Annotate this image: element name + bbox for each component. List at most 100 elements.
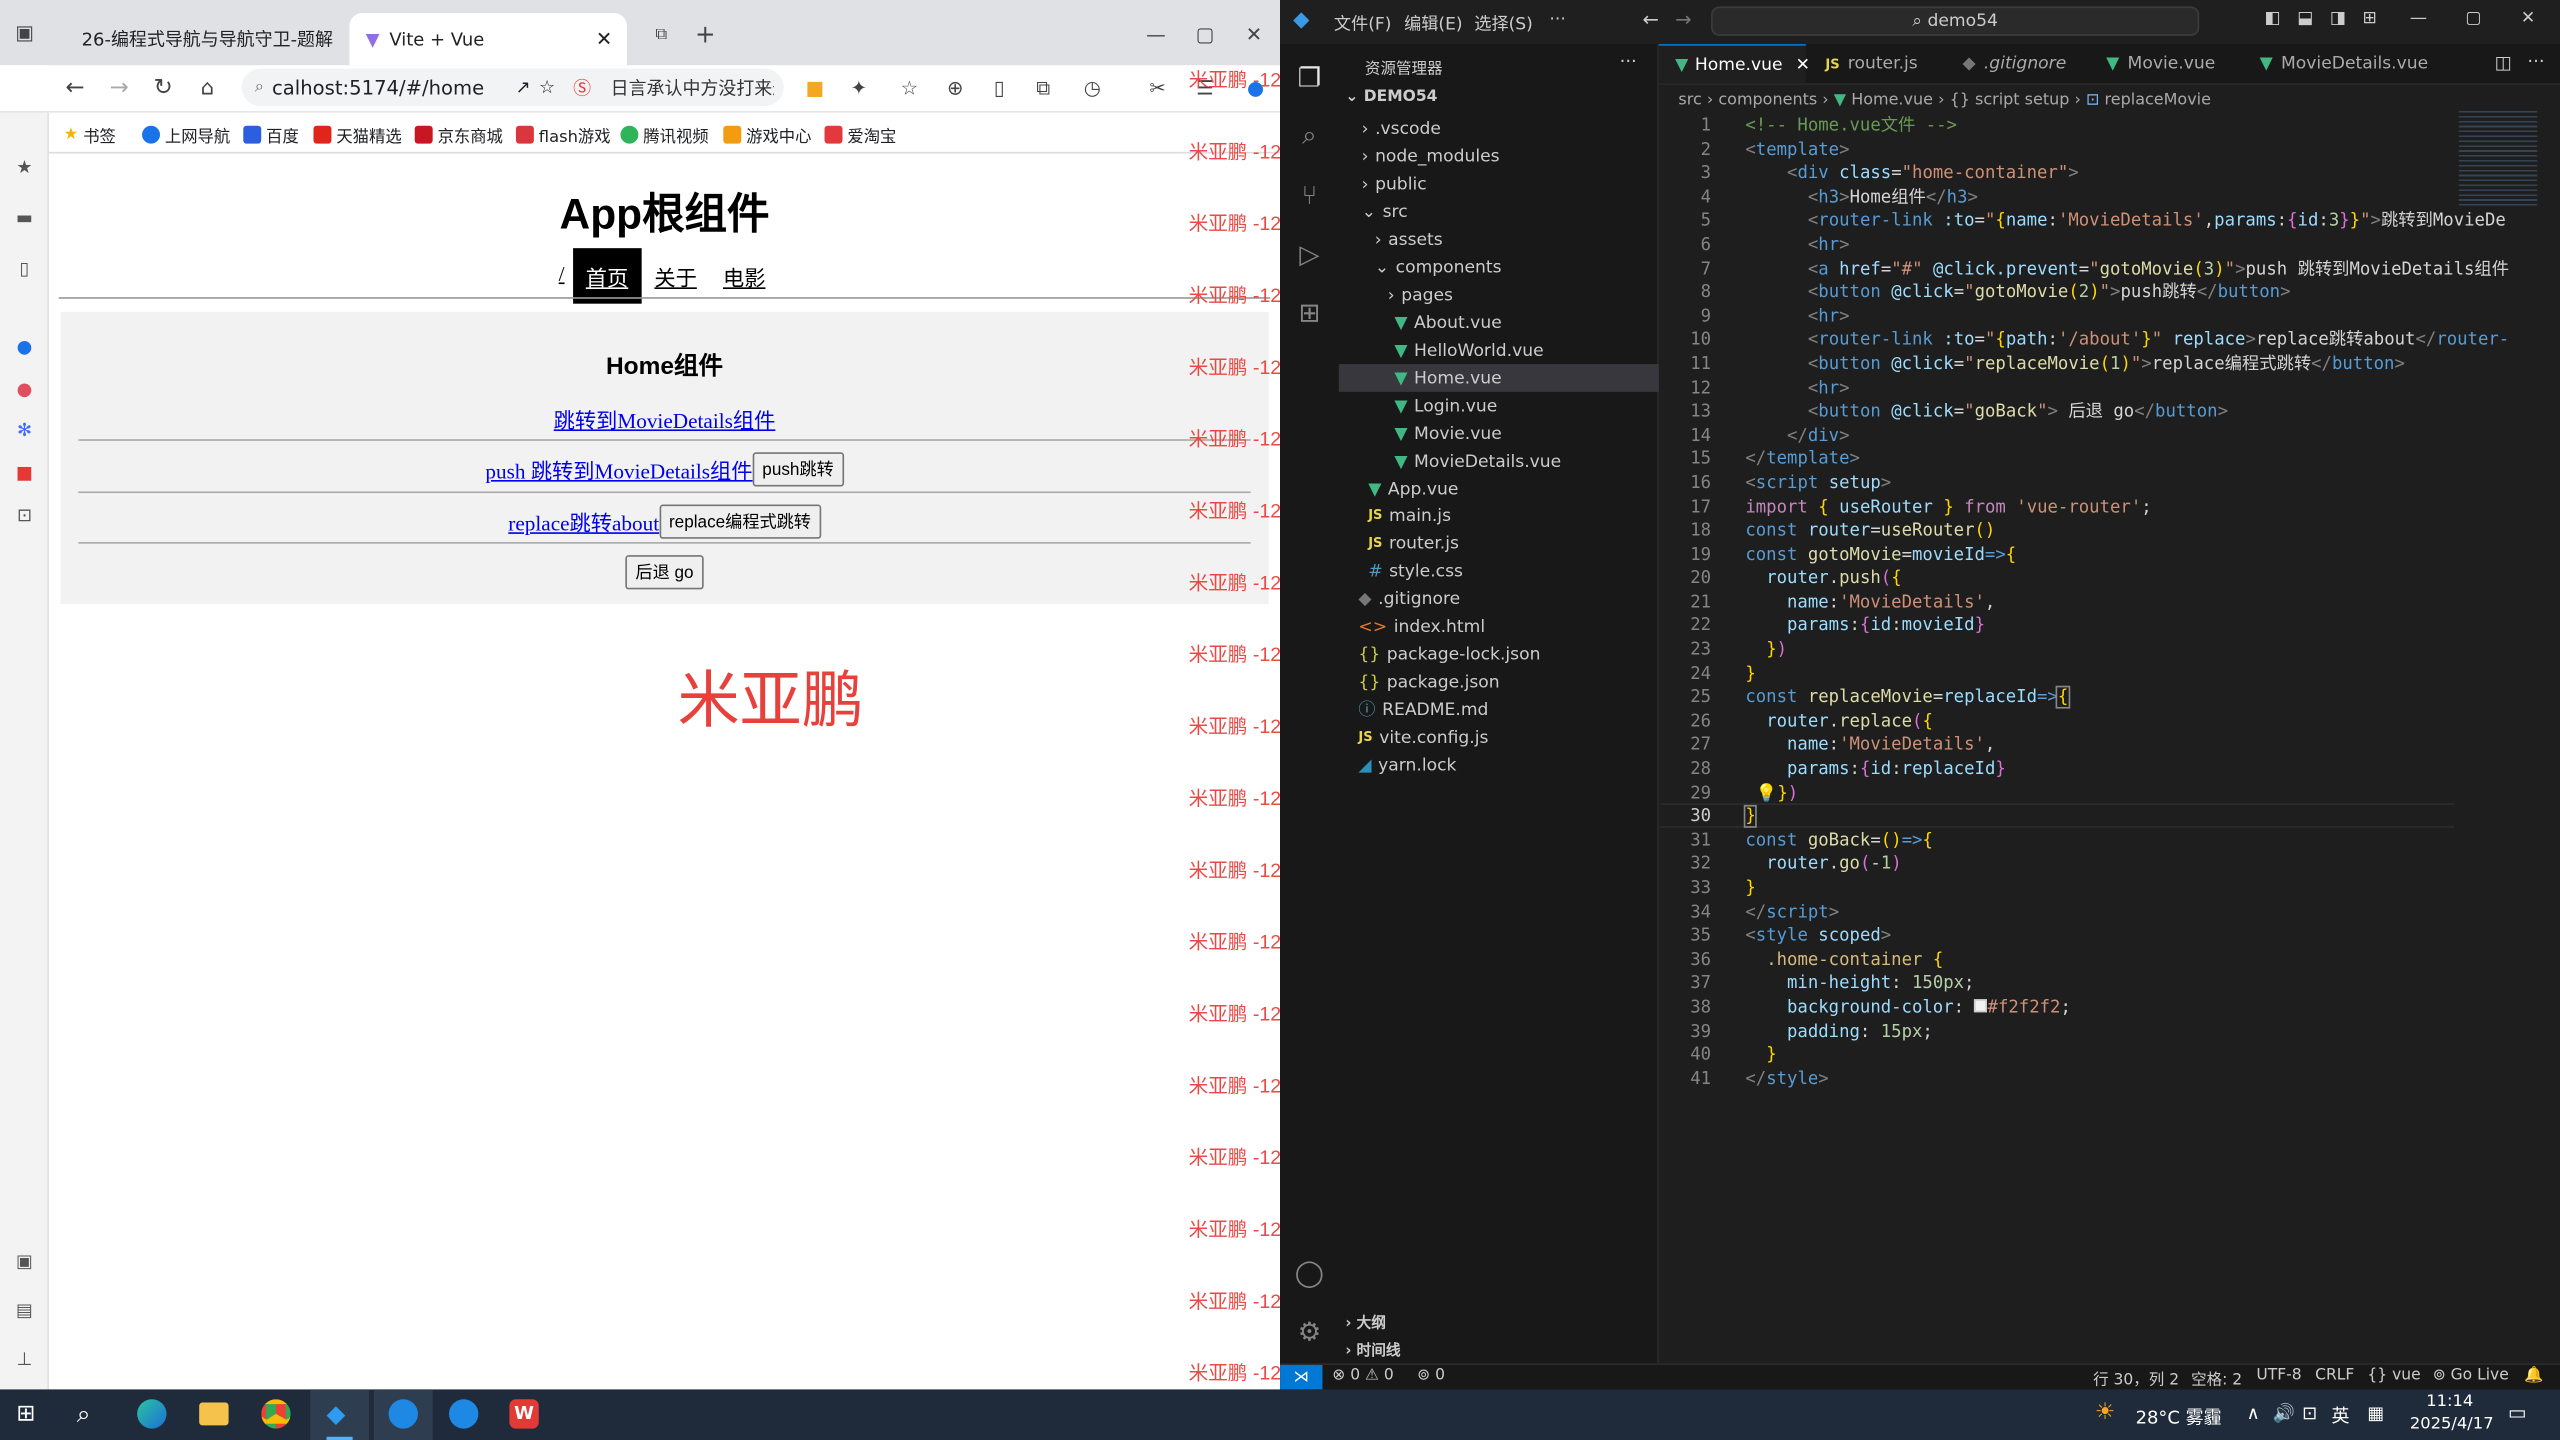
tree-folder[interactable]: › node_modules xyxy=(1362,142,1500,170)
menu-file[interactable]: 文件(F) xyxy=(1334,11,1392,35)
vscode-taskbar-icon[interactable]: ◆ xyxy=(310,1389,369,1440)
share-icon[interactable]: ↗ xyxy=(516,77,531,98)
browser-app-icon[interactable]: ● xyxy=(13,335,36,358)
pin-icon[interactable]: ⊥ xyxy=(13,1347,36,1370)
tree-file[interactable]: # style.css xyxy=(1368,557,1463,585)
more-actions-icon[interactable]: ··· xyxy=(2527,51,2544,72)
editor-tab[interactable]: ▼ MovieDetails.vue xyxy=(2243,44,2429,83)
split-editor-icon[interactable]: ◫ xyxy=(2495,52,2512,73)
scrollbar[interactable] xyxy=(2540,84,2557,1364)
clock-date[interactable]: 2025/4/17 xyxy=(2410,1416,2494,1434)
ime-indicator[interactable]: 英 xyxy=(2331,1402,2349,1428)
editor-tab[interactable]: ◆ .gitignore xyxy=(1946,44,2067,83)
tree-file[interactable]: ▼ App.vue xyxy=(1368,475,1458,503)
mobile-icon[interactable]: ▯ xyxy=(981,70,1017,106)
tree-folder[interactable]: › pages xyxy=(1388,281,1453,309)
tree-file[interactable]: ⓘ README.md xyxy=(1358,696,1488,724)
tree-file[interactable]: ▼ Login.vue xyxy=(1394,392,1497,420)
search-engine-icon[interactable]: Ⓢ xyxy=(573,74,591,100)
line-ending[interactable]: CRLF xyxy=(2315,1367,2354,1385)
history-icon[interactable]: ◷ xyxy=(1074,70,1110,106)
encoding[interactable]: UTF-8 xyxy=(2256,1367,2301,1385)
notification-icon[interactable]: ▭ xyxy=(2508,1401,2527,1424)
bookmark-item[interactable]: 上网导航 xyxy=(142,122,230,147)
window-icon[interactable]: ⧉ xyxy=(1025,70,1061,106)
back-icon[interactable]: ← xyxy=(57,70,93,106)
folder-icon[interactable]: ▬ xyxy=(13,206,36,229)
download-icon[interactable]: ⊕ xyxy=(937,70,973,106)
bookmark-item[interactable]: flash游戏 xyxy=(515,122,611,147)
tree-file[interactable]: ▼ MovieDetails.vue xyxy=(1394,447,1561,475)
ports-status[interactable]: ⊚ 0 xyxy=(1417,1367,1445,1385)
nav-link-movie[interactable]: 电影 xyxy=(710,248,779,304)
bookmark-item[interactable]: ★ 书签 xyxy=(64,122,116,147)
command-center[interactable]: ⌕ demo54 xyxy=(1711,6,2200,36)
outline-section[interactable]: › 大纲 xyxy=(1345,1311,1386,1332)
tree-file[interactable]: JS main.js xyxy=(1368,501,1451,529)
remote-indicator[interactable]: ⋊ xyxy=(1280,1364,1323,1390)
tab-inactive[interactable]: 26-编程式导航与导航守卫-题解 xyxy=(56,13,343,65)
bookmark-item[interactable]: 爱淘宝 xyxy=(824,122,896,147)
start-icon[interactable]: ⊞ xyxy=(16,1401,35,1427)
network-icon[interactable]: ⊡ xyxy=(2302,1402,2317,1423)
nav-link-root[interactable]: / xyxy=(550,248,572,304)
phone-icon[interactable]: ▯ xyxy=(13,256,36,279)
file-explorer-icon[interactable] xyxy=(199,1402,229,1426)
tree-file[interactable]: <> index.html xyxy=(1358,612,1485,640)
editor-tab[interactable]: JS router.js xyxy=(1809,44,1917,83)
toolbox-icon[interactable]: ▤ xyxy=(13,1298,36,1321)
tree-folder[interactable]: ⌄ components xyxy=(1375,253,1502,281)
bookmark-item[interactable]: 京东商城 xyxy=(414,122,503,147)
export-icon[interactable]: ⊡ xyxy=(13,503,36,526)
nav-link-about[interactable]: 关于 xyxy=(641,248,710,304)
url-input[interactable]: ⌕ calhost:5174/#/home ↗ ☆ Ⓢ 日言承认中方没打来过 xyxy=(241,68,784,107)
more-actions-icon[interactable]: ··· xyxy=(1620,51,1637,72)
editor-tab-active[interactable]: ▼ Home.vue ✕ xyxy=(1658,44,1810,84)
nav-back-icon[interactable]: ← xyxy=(1642,8,1658,31)
browser-taskbar-icon[interactable] xyxy=(373,1389,433,1440)
tab-active[interactable]: ▼ Vite + Vue ✕ xyxy=(349,13,627,66)
keyboard-icon[interactable]: ▦ xyxy=(2367,1402,2384,1423)
favorites-icon[interactable]: ☆ xyxy=(891,70,927,106)
language-mode[interactable]: {} vue xyxy=(2367,1367,2420,1385)
bookmark-item[interactable]: 腾讯视频 xyxy=(620,122,709,147)
tree-folder[interactable]: › .vscode xyxy=(1362,114,1441,142)
browser2-icon[interactable] xyxy=(448,1399,479,1429)
paw-icon[interactable]: ✻ xyxy=(13,418,36,441)
maximize-icon[interactable]: ▢ xyxy=(2465,8,2481,28)
editor-tab[interactable]: ▼ Movie.vue xyxy=(2090,44,2215,83)
push-link[interactable]: push 跳转到MovieDetails组件 xyxy=(485,454,752,485)
collection-icon[interactable]: ■ xyxy=(797,70,833,106)
bookmark-star-icon[interactable]: ☆ xyxy=(539,77,555,98)
nav-link-home[interactable]: 首页 xyxy=(572,248,642,304)
layout-icon[interactable]: ⊞ xyxy=(2363,8,2377,28)
weather-text[interactable]: 28°C 雾霾 xyxy=(2136,1404,2222,1430)
weather-icon[interactable]: ☀ xyxy=(2095,1399,2116,1425)
maximize-icon[interactable]: ▢ xyxy=(1187,16,1223,52)
tree-file[interactable]: ◢ yarn.lock xyxy=(1358,751,1456,779)
tree-file[interactable]: JS vite.config.js xyxy=(1358,723,1488,751)
menu-edit[interactable]: 编辑(E) xyxy=(1404,11,1462,35)
toggle-sidebar-icon[interactable]: ◧ xyxy=(2265,8,2281,28)
go-live[interactable]: ⊚ Go Live xyxy=(2433,1367,2509,1385)
ad-icon[interactable]: ■ xyxy=(13,460,36,483)
new-tab-icon[interactable]: + xyxy=(687,16,723,52)
indentation[interactable]: 空格: 2 xyxy=(2191,1367,2242,1389)
clock-time[interactable]: 11:14 xyxy=(2426,1393,2473,1411)
home-icon[interactable]: ⌂ xyxy=(189,70,225,106)
bookmark-item[interactable]: 百度 xyxy=(243,122,299,147)
replace-button[interactable]: replace编程式跳转 xyxy=(659,504,821,539)
minimize-icon[interactable]: — xyxy=(2410,8,2427,28)
tray-chevron-icon[interactable]: ∧ xyxy=(2247,1402,2260,1423)
tree-folder[interactable]: ⌄ src xyxy=(1362,198,1408,226)
edge-icon[interactable] xyxy=(137,1399,167,1429)
tree-file[interactable]: {} package.json xyxy=(1358,668,1499,696)
media-icon[interactable]: ▣ xyxy=(13,1249,36,1272)
search-hint[interactable]: 日言承认中方没打来过 xyxy=(611,74,774,100)
star-icon[interactable]: ★ xyxy=(13,155,36,178)
toggle-panel-icon[interactable]: ⬓ xyxy=(2297,8,2313,28)
problems-status[interactable]: ⊗ 0 ⚠ 0 xyxy=(1332,1367,1393,1385)
tree-file[interactable]: ▼ About.vue xyxy=(1394,309,1501,337)
menu-more[interactable]: ··· xyxy=(1549,10,1565,30)
tree-file-selected[interactable]: ▼ Home.vue xyxy=(1338,364,1659,392)
